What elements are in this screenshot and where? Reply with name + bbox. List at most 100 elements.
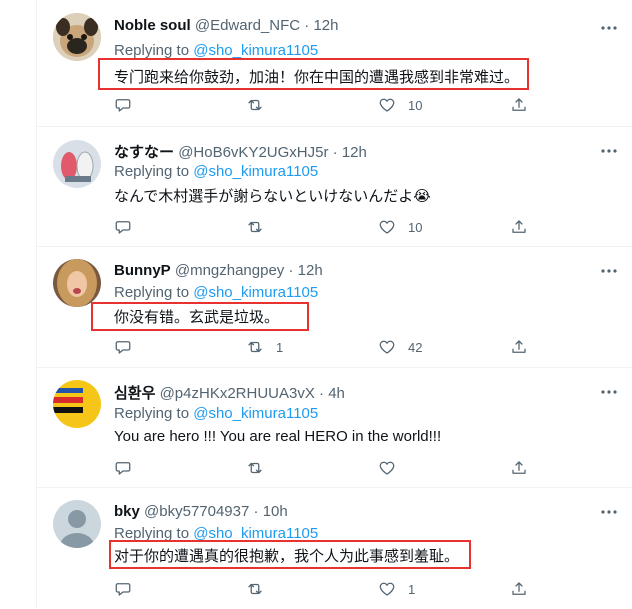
mention-link[interactable]: @sho_kimura1105: [193, 284, 318, 301]
reply-button[interactable]: [114, 458, 132, 478]
like-button[interactable]: 10: [378, 217, 422, 237]
user-handle[interactable]: @mngzhangpey: [175, 262, 284, 279]
more-horizontal-icon: [601, 390, 617, 394]
heart-icon: [379, 582, 395, 596]
retweet-icon: [248, 583, 262, 595]
heart-icon: [379, 340, 395, 354]
replying-to-label: Replying to: [114, 284, 194, 301]
tweet-text: You are hero !!! You are real HERO in th…: [114, 428, 442, 445]
user-handle[interactable]: @bky57704937: [144, 503, 249, 520]
heart-icon: [379, 461, 395, 475]
reply-button[interactable]: [114, 337, 132, 357]
tweet-header: BunnyP @mngzhangpey · 12h: [114, 262, 323, 279]
replying-to-line: Replying to @sho_kimura1105: [114, 405, 318, 422]
like-button[interactable]: [378, 458, 408, 478]
like-count: 1: [408, 581, 416, 597]
user-handle[interactable]: @HoB6vKY2UGxHJ5r: [178, 144, 328, 161]
separator-dot: ·: [253, 503, 259, 520]
more-options-button[interactable]: [599, 502, 619, 522]
retweet-button[interactable]: [246, 579, 276, 599]
tweet-header: bky @bky57704937 · 10h: [114, 503, 288, 520]
timestamp[interactable]: 12h: [298, 262, 323, 279]
retweet-button[interactable]: [246, 217, 276, 237]
user-handle[interactable]: @Edward_NFC: [195, 17, 300, 34]
timestamp[interactable]: 12h: [342, 144, 367, 161]
more-options-button[interactable]: [599, 141, 619, 161]
tweet-header: Noble soul @Edward_NFC · 12h: [114, 17, 338, 34]
tweet[interactable]: 심환우 @p4zHKx2RHUUA3vX · 4h Replying to @s…: [37, 368, 632, 488]
tweet[interactable]: BunnyP @mngzhangpey · 12h Replying to @s…: [37, 247, 632, 368]
share-button[interactable]: [510, 217, 528, 237]
highlight-box: [91, 302, 309, 331]
highlight-box: [109, 540, 471, 569]
share-icon: [512, 98, 526, 111]
share-icon: [512, 582, 526, 595]
more-horizontal-icon: [601, 26, 617, 30]
retweet-icon: [248, 462, 262, 474]
user-handle[interactable]: @p4zHKx2RHUUA3vX: [160, 385, 315, 402]
more-options-button[interactable]: [599, 382, 619, 402]
left-gutter: [0, 0, 36, 609]
retweet-button[interactable]: 1: [246, 337, 283, 357]
replying-to-label: Replying to: [114, 42, 194, 59]
share-button[interactable]: [510, 337, 528, 357]
mention-link[interactable]: @sho_kimura1105: [193, 42, 318, 59]
retweet-icon: [248, 99, 262, 111]
replying-to-line: Replying to @sho_kimura1105: [114, 284, 318, 301]
retweet-icon: [248, 341, 262, 353]
display-name[interactable]: bky: [114, 503, 140, 520]
reply-bubble-icon: [115, 341, 131, 354]
like-count: 10: [408, 97, 423, 113]
tweet[interactable]: Noble soul @Edward_NFC · 12h Replying to…: [37, 0, 632, 127]
like-count: 42: [408, 339, 423, 355]
replying-to-line: Replying to @sho_kimura1105: [114, 163, 318, 180]
retweet-count: 1: [276, 339, 284, 355]
more-horizontal-icon: [601, 510, 617, 514]
display-name[interactable]: Noble soul: [114, 17, 191, 34]
avatar[interactable]: [53, 500, 101, 548]
avatar[interactable]: [53, 140, 101, 188]
avatar[interactable]: [53, 259, 101, 307]
highlight-box: [98, 58, 529, 90]
tweet-text: なんで木村選手が謝らないといけないんだよ😭: [114, 188, 431, 205]
display-name[interactable]: なすなー: [114, 144, 174, 161]
tweet[interactable]: bky @bky57704937 · 10h Replying to @sho_…: [37, 488, 632, 609]
share-button[interactable]: [510, 458, 528, 478]
display-name[interactable]: 심환우: [114, 385, 155, 402]
replying-to-line: Replying to @sho_kimura1105: [114, 42, 318, 59]
share-icon: [512, 220, 526, 233]
avatar[interactable]: [53, 380, 101, 428]
share-button[interactable]: [510, 95, 528, 115]
separator-dot: ·: [332, 144, 338, 161]
mention-link[interactable]: @sho_kimura1105: [193, 405, 318, 422]
share-icon: [512, 340, 526, 353]
action-bar: 1: [114, 579, 554, 599]
retweet-button[interactable]: [246, 458, 276, 478]
reply-bubble-icon: [115, 99, 131, 112]
share-button[interactable]: [510, 579, 528, 599]
like-button[interactable]: 1: [378, 579, 415, 599]
action-bar: [114, 458, 554, 478]
avatar[interactable]: [53, 13, 101, 61]
mention-link[interactable]: @sho_kimura1105: [193, 163, 318, 180]
timestamp[interactable]: 12h: [313, 17, 338, 34]
separator-dot: ·: [288, 262, 294, 279]
heart-icon: [379, 220, 395, 234]
timestamp[interactable]: 10h: [263, 503, 288, 520]
display-name[interactable]: BunnyP: [114, 262, 171, 279]
timestamp[interactable]: 4h: [328, 385, 345, 402]
action-bar: 1 42: [114, 337, 554, 357]
like-button[interactable]: 42: [378, 337, 422, 357]
more-horizontal-icon: [601, 269, 617, 273]
retweet-button[interactable]: [246, 95, 276, 115]
more-options-button[interactable]: [599, 261, 619, 281]
more-horizontal-icon: [601, 149, 617, 153]
reply-button[interactable]: [114, 217, 132, 237]
reply-button[interactable]: [114, 95, 132, 115]
reply-button[interactable]: [114, 579, 132, 599]
more-options-button[interactable]: [599, 18, 619, 38]
reply-bubble-icon: [115, 221, 131, 234]
tweet[interactable]: なすなー @HoB6vKY2UGxHJ5r · 12h Replying to …: [37, 127, 632, 247]
like-button[interactable]: 10: [378, 95, 422, 115]
separator-dot: ·: [304, 17, 310, 34]
